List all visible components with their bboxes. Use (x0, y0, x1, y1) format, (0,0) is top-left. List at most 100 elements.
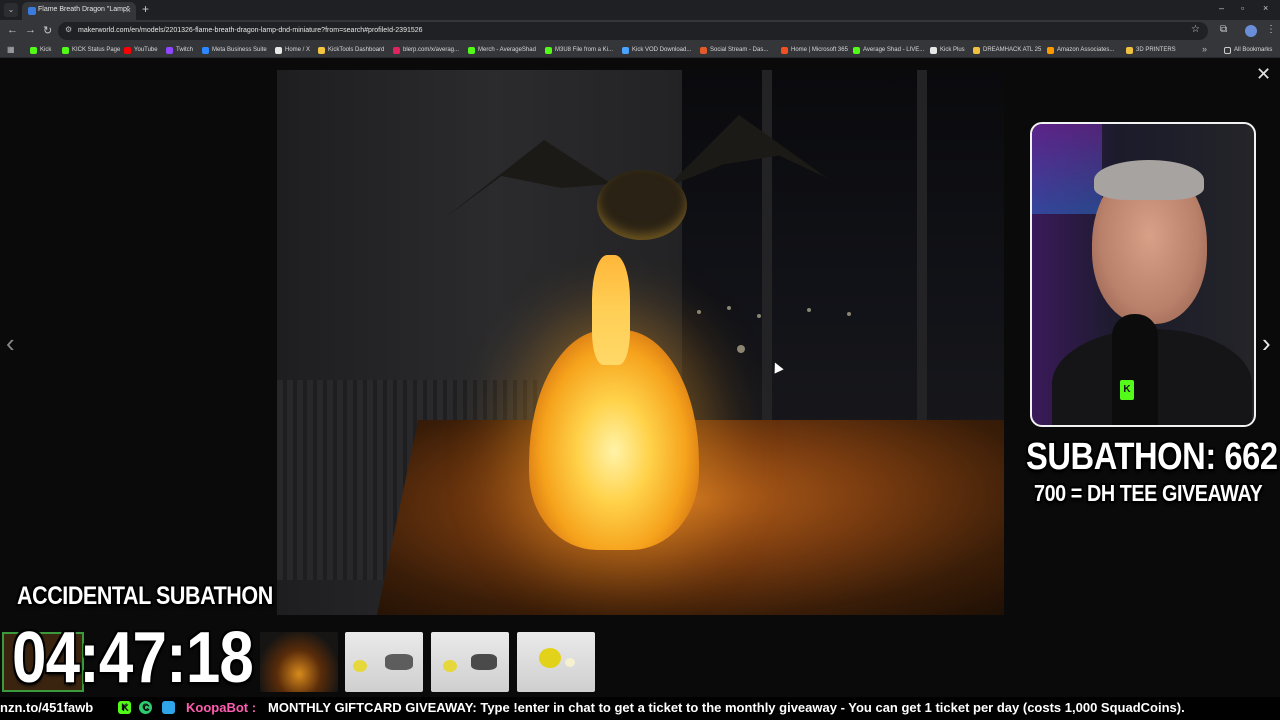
bookmark-label: Amazon Associates... (1057, 47, 1115, 53)
back-button[interactable]: ← (7, 24, 18, 36)
window-frame (762, 70, 772, 430)
reload-button[interactable]: ↻ (43, 24, 52, 37)
tab-title: Flame Breath Dragon "Lamp" (38, 6, 130, 13)
thumbnail-2[interactable] (345, 632, 423, 692)
rgb-light (1032, 124, 1102, 214)
city-light (847, 312, 851, 316)
bookmark-item[interactable]: Amazon Associates... (1047, 45, 1114, 55)
bookmark-favicon-icon (781, 46, 788, 54)
bookmark-favicon-icon (202, 46, 209, 54)
bookmarks-overflow-icon[interactable]: » (1202, 44, 1207, 54)
bookmark-favicon-icon (393, 46, 400, 54)
bookmark-label: blerp.com/x/averag... (403, 47, 460, 53)
bookmark-favicon-icon (468, 46, 475, 54)
bookmark-item[interactable]: Kick (30, 45, 51, 55)
browser-toolbar: ← → ↻ ⚙ makerworld.com/en/models/2201326… (0, 20, 1280, 42)
bookmark-item[interactable]: 3D PRINTERS (1126, 45, 1176, 55)
bookmark-item[interactable]: Merch - AverageShad (468, 45, 536, 55)
bookmark-item[interactable]: Kick Plus (930, 45, 965, 55)
thumbnail-1[interactable] (260, 632, 338, 692)
bookmark-item[interactable]: Social Stream - Das... (700, 45, 768, 55)
bookmark-label: Merch - AverageShad (478, 47, 536, 53)
bookmark-label: Meta Business Suite (212, 47, 267, 53)
thumb-object (565, 658, 575, 667)
bookmark-item[interactable]: M3U8 File from a Ki... (545, 45, 613, 55)
window-close-button[interactable]: × (1263, 3, 1268, 13)
address-bar[interactable]: ⚙ makerworld.com/en/models/2201326-flame… (58, 22, 1208, 40)
makerworld-favicon-icon (28, 7, 36, 15)
bookmark-favicon-icon (545, 46, 552, 54)
tab-close-icon[interactable]: × (126, 5, 131, 15)
thumb-object (353, 660, 367, 672)
bookmark-favicon-icon (124, 46, 131, 54)
bookmark-item[interactable]: KickTools Dashboard (318, 45, 384, 55)
bookmarks-bar: ▦ Kick KICK Status Page YouTube Twitch Meta … (0, 42, 1280, 58)
bookmark-item[interactable]: Home | Microsoft 365 (781, 45, 848, 55)
bookmark-favicon-icon (1047, 46, 1054, 54)
profile-avatar[interactable] (1245, 25, 1257, 37)
extensions-icon[interactable]: ⧉ (1220, 24, 1227, 35)
bookmark-item[interactable]: DREAMHACK ATL 25 (973, 45, 1041, 55)
forward-button[interactable]: → (25, 24, 36, 36)
bookmark-item[interactable]: Home / X (275, 45, 310, 55)
next-image-arrow[interactable]: › (1262, 330, 1271, 356)
bookmark-label: Social Stream - Das... (710, 47, 769, 53)
city-lights (687, 300, 887, 360)
url-text[interactable]: makerworld.com/en/models/2201326-flame-b… (78, 27, 423, 34)
bookmark-favicon-icon (275, 46, 282, 54)
tab-search-icon[interactable]: ⌄ (4, 3, 18, 17)
kick-badge-icon: K (118, 701, 131, 714)
browser-tab[interactable]: Flame Breath Dragon "Lamp" × (22, 2, 136, 20)
bookmark-favicon-icon (318, 46, 325, 54)
bookmark-item[interactable]: Meta Business Suite (202, 45, 267, 55)
bookmark-favicon-icon (700, 46, 707, 54)
browser-tab-bar: ⌄ Flame Breath Dragon "Lamp" × + – ▫ × (0, 0, 1280, 20)
bookmark-label: 3D PRINTERS (1136, 47, 1176, 53)
apps-grid-icon[interactable]: ▦ (7, 45, 15, 54)
bookmark-label: Home | Microsoft 365 (791, 47, 848, 53)
thumb-object (471, 654, 497, 670)
subathon-counter: SUBATHON: 662 (1026, 436, 1278, 478)
site-info-icon[interactable]: ⚙ (65, 25, 72, 34)
previous-image-arrow[interactable]: ‹ (6, 330, 15, 356)
thumbnail-3[interactable] (431, 632, 509, 692)
bookmark-item[interactable]: YouTube (124, 45, 158, 55)
lightbox-close-button[interactable]: ✕ (1256, 65, 1271, 83)
dragon-body (597, 170, 687, 240)
bookmark-favicon-icon (30, 46, 37, 54)
bookmark-favicon-icon (853, 46, 860, 54)
bot-badge-icon (162, 701, 175, 714)
bookmark-item[interactable]: blerp.com/x/averag... (393, 45, 459, 55)
maximize-button[interactable]: ▫ (1241, 3, 1244, 13)
city-light (757, 314, 761, 318)
new-tab-button[interactable]: + (142, 2, 149, 16)
all-bookmarks-label: All Bookmarks (1234, 47, 1273, 53)
bookmark-favicon-icon (1126, 46, 1133, 54)
bookmark-label: Kick VOD Download... (632, 47, 692, 53)
bookmark-favicon-icon (973, 46, 980, 54)
bookmark-item[interactable]: Average Shad - LIVE... (853, 45, 924, 55)
bookmark-label: Kick Plus (940, 47, 965, 53)
menu-kebab-icon[interactable]: ⋮ (1266, 24, 1276, 35)
thumbnail-4[interactable] (517, 632, 595, 692)
bookmark-label: Average Shad - LIVE... (863, 47, 925, 53)
bookmark-item[interactable]: Twitch (166, 45, 193, 55)
city-light (697, 310, 701, 314)
folder-icon (1224, 46, 1231, 54)
bookmark-item[interactable]: KICK Status Page (62, 45, 120, 55)
bookmark-label: KICK Status Page (72, 47, 121, 53)
bookmark-label: M3U8 File from a Ki... (555, 47, 614, 53)
bookmark-label: Home / X (285, 47, 311, 53)
bookmark-item[interactable]: Kick VOD Download... (622, 45, 691, 55)
webcam-feed: K (1030, 122, 1256, 427)
minimize-button[interactable]: – (1219, 3, 1224, 13)
city-light (807, 308, 811, 312)
bookmark-label: KickTools Dashboard (328, 47, 385, 53)
bookmark-star-icon[interactable]: ☆ (1191, 24, 1200, 35)
bookmark-label: Twitch (176, 47, 194, 53)
all-bookmarks-folder[interactable]: All Bookmarks (1224, 45, 1272, 55)
bookmark-favicon-icon (930, 46, 937, 54)
ticker-message: MONTHLY GIFTCARD GIVEAWAY: Type !enter i… (268, 700, 1185, 715)
window-frame (917, 70, 927, 430)
subathon-timer: 04:47:18 (12, 618, 254, 698)
